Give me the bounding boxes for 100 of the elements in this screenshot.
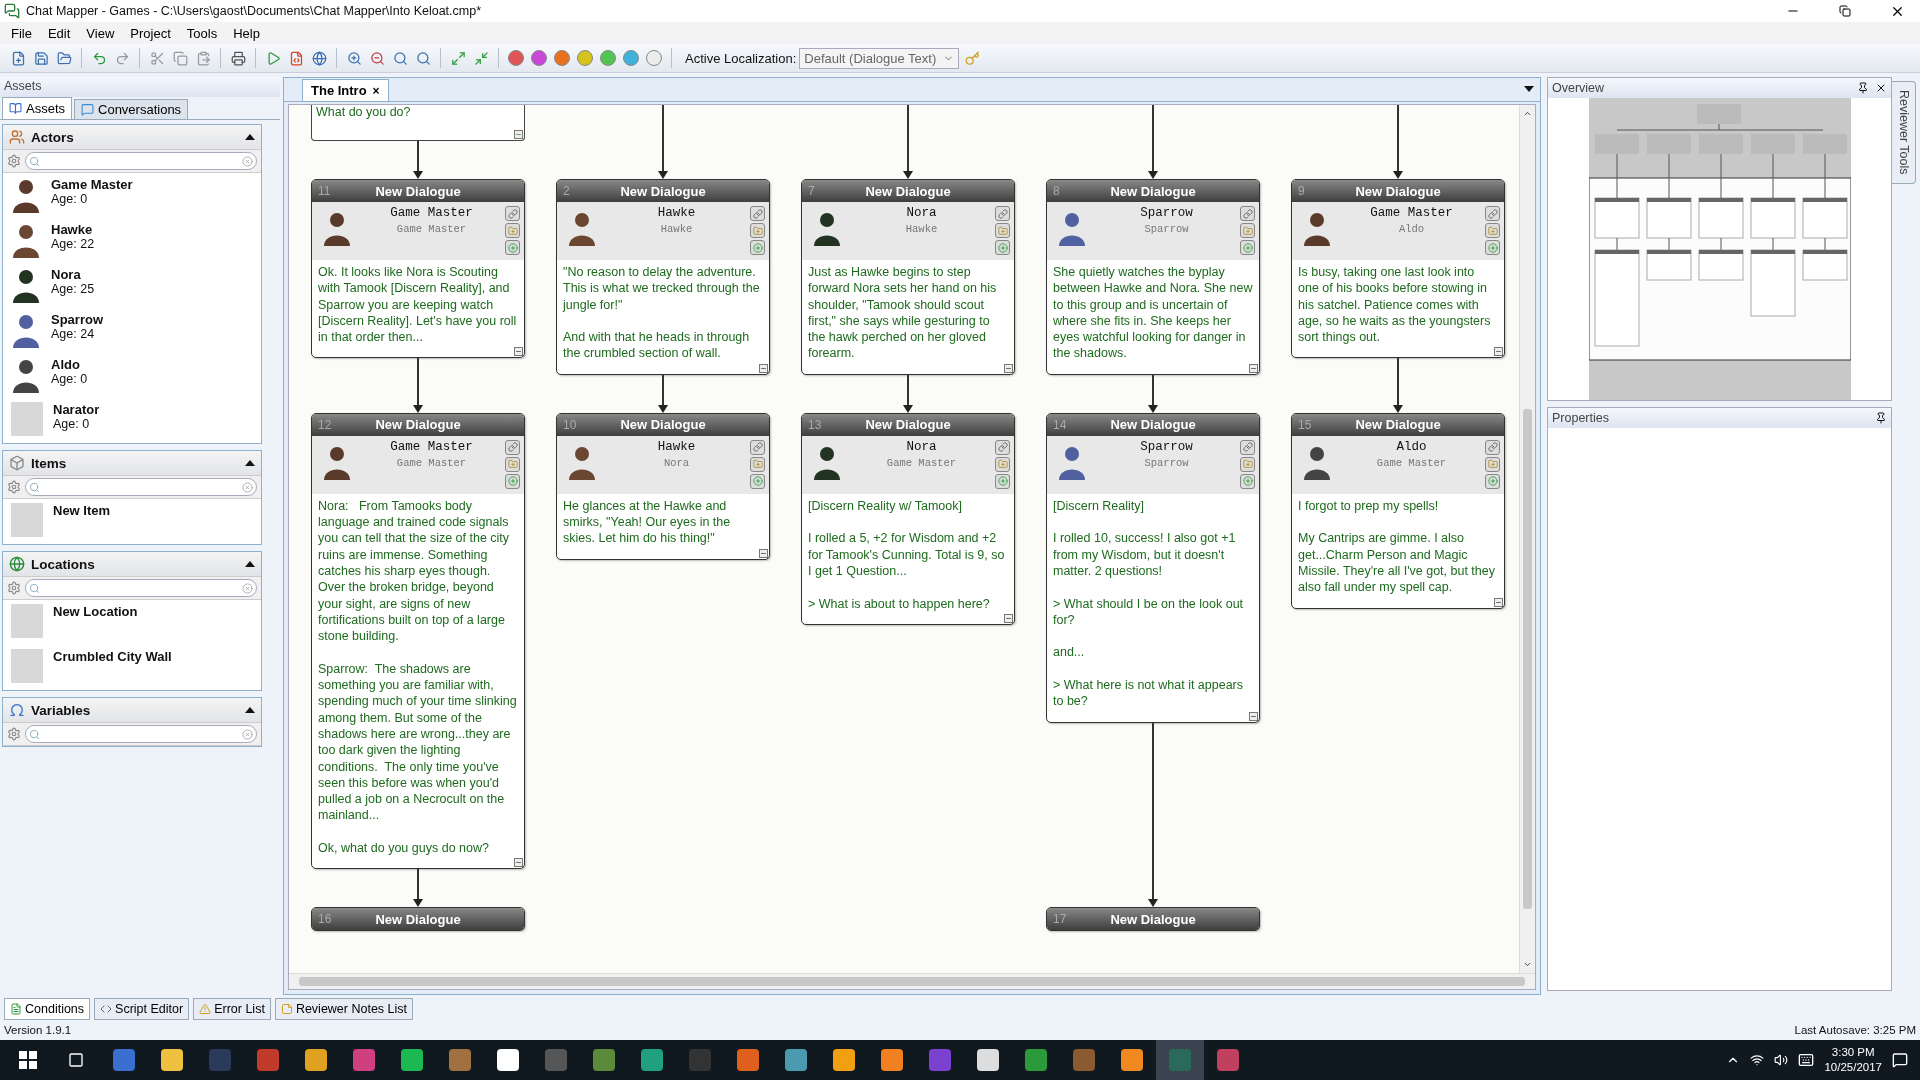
collapse-caret-icon[interactable] bbox=[245, 707, 255, 713]
search-field[interactable] bbox=[25, 478, 257, 496]
color-swatch-button[interactable] bbox=[554, 50, 570, 66]
link-button[interactable] bbox=[1240, 206, 1255, 221]
collapse-caret-icon[interactable] bbox=[245, 134, 255, 140]
add-button[interactable] bbox=[505, 240, 520, 255]
pin-icon[interactable] bbox=[1875, 412, 1887, 424]
settings-icon[interactable] bbox=[7, 154, 21, 168]
dialogue-node[interactable]: What do you do? bbox=[311, 105, 525, 141]
asset-list-item[interactable]: Nora Age: 25 bbox=[3, 263, 261, 308]
dialogue-node[interactable]: 10 New Dialogue Hawke Nora He glances at the Hawke and smirks, "Yeah! Our eyes in the skies. Let him do his thing!" bbox=[556, 412, 770, 560]
app-icon[interactable] bbox=[1217, 1049, 1239, 1071]
app-icon[interactable] bbox=[593, 1049, 615, 1071]
app-icon[interactable] bbox=[353, 1049, 375, 1071]
color-swatch-button[interactable] bbox=[646, 50, 662, 66]
asset-list-item[interactable]: New Item bbox=[3, 499, 261, 544]
asset-list-item[interactable]: Game Master Age: 0 bbox=[3, 173, 261, 218]
folder-add-button[interactable] bbox=[750, 456, 765, 472]
add-button[interactable] bbox=[1485, 473, 1500, 489]
task-view-icon[interactable] bbox=[68, 1052, 84, 1068]
link-button[interactable] bbox=[505, 439, 520, 455]
folder-add-button[interactable] bbox=[505, 223, 520, 238]
menu-item[interactable]: Help bbox=[226, 23, 267, 43]
folder-add-button[interactable] bbox=[995, 223, 1010, 238]
menu-item[interactable]: Edit bbox=[40, 23, 78, 43]
app-icon[interactable] bbox=[257, 1049, 279, 1071]
dialogue-node[interactable] bbox=[311, 412, 525, 870]
search-field[interactable] bbox=[25, 152, 257, 170]
app-icon[interactable] bbox=[977, 1049, 999, 1071]
dialogue-node[interactable] bbox=[1046, 412, 1260, 723]
app-icon[interactable] bbox=[881, 1049, 903, 1071]
link-button[interactable] bbox=[505, 206, 520, 221]
clear-icon[interactable] bbox=[242, 728, 253, 740]
collapse-caret-icon[interactable] bbox=[245, 460, 255, 466]
collapse-button[interactable] bbox=[1004, 613, 1013, 623]
bottom-tab[interactable]: Script Editor bbox=[94, 998, 190, 1020]
tab-menu-caret-icon[interactable] bbox=[1524, 86, 1534, 92]
app-icon[interactable] bbox=[497, 1049, 519, 1071]
app-icon[interactable] bbox=[1025, 1049, 1047, 1071]
folder-add-button[interactable] bbox=[750, 223, 765, 238]
link-button[interactable] bbox=[750, 439, 765, 455]
add-button[interactable] bbox=[995, 240, 1010, 255]
folder-add-button[interactable] bbox=[1240, 223, 1255, 238]
menu-item[interactable]: File bbox=[4, 23, 39, 43]
scroll-down-icon[interactable] bbox=[1523, 960, 1532, 969]
panel-tab[interactable]: Assets bbox=[2, 97, 72, 119]
vertical-scrollbar[interactable] bbox=[1519, 105, 1535, 973]
dialogue-node[interactable]: 7 New Dialogue Nora Hawke Just as Hawke begins to step forward Nora sets her hand on his shoulder, "Tamook should scout first," she says while gesturing to the hawk perched on her gloved forearm. bbox=[801, 179, 1015, 375]
asset-list-item[interactable]: New Location bbox=[3, 600, 261, 645]
folder-add-button[interactable] bbox=[1240, 456, 1255, 472]
settings-icon[interactable] bbox=[7, 581, 21, 595]
collapse-button[interactable] bbox=[759, 363, 768, 373]
keyboard-icon[interactable] bbox=[1798, 1052, 1815, 1068]
color-swatch-button[interactable] bbox=[623, 50, 639, 66]
app-icon[interactable] bbox=[113, 1049, 135, 1071]
search-field[interactable] bbox=[25, 579, 257, 597]
section-header[interactable]: Variables bbox=[3, 698, 261, 722]
asset-list-item[interactable]: Aldo Age: 0 bbox=[3, 353, 261, 398]
collapse-caret-icon[interactable] bbox=[245, 561, 255, 567]
section-header[interactable]: Items bbox=[3, 451, 261, 475]
collapse-button[interactable] bbox=[759, 548, 768, 558]
dialogue-node[interactable]: 17 New Dialogue bbox=[1046, 907, 1260, 932]
link-button[interactable] bbox=[1240, 439, 1255, 455]
app-icon[interactable] bbox=[305, 1049, 327, 1071]
app-icon[interactable] bbox=[737, 1049, 759, 1071]
dialogue-node[interactable]: 9 New Dialogue Game Master Aldo Is busy, taking one last look into one of his books before stowing in his satchel. Patience comes with age, so he waits as the youngsters sort things out. bbox=[1291, 179, 1505, 359]
add-button[interactable] bbox=[1240, 473, 1255, 489]
link-button[interactable] bbox=[995, 206, 1010, 221]
folder-add-button[interactable] bbox=[1485, 456, 1500, 472]
link-button[interactable] bbox=[1485, 439, 1500, 455]
windows-logo-icon[interactable] bbox=[19, 1051, 37, 1069]
app-icon[interactable] bbox=[833, 1049, 855, 1071]
bottom-tab[interactable]: Conditions bbox=[4, 998, 91, 1020]
color-swatch-button[interactable] bbox=[508, 50, 524, 66]
folder-add-button[interactable] bbox=[1485, 223, 1500, 238]
collapse-button[interactable] bbox=[1004, 363, 1013, 373]
app-icon[interactable] bbox=[449, 1049, 471, 1071]
color-swatch-button[interactable] bbox=[577, 50, 593, 66]
add-button[interactable] bbox=[505, 473, 520, 489]
clear-icon[interactable] bbox=[242, 155, 253, 167]
panel-tab[interactable]: Conversations bbox=[74, 99, 189, 119]
clear-icon[interactable] bbox=[242, 481, 253, 493]
menu-item[interactable]: Tools bbox=[179, 23, 225, 43]
link-button[interactable] bbox=[995, 439, 1010, 455]
folder-add-button[interactable] bbox=[505, 456, 520, 472]
localization-dropdown[interactable]: Default (Dialogue Text) bbox=[799, 47, 960, 69]
asset-list-item[interactable]: Crumbled City Wall bbox=[3, 645, 261, 690]
close-icon[interactable] bbox=[1875, 82, 1887, 94]
dialogue-node[interactable]: 11 New Dialogue Game Master Game Master Ok. It looks like Nora is Scouting with Tamook [Discern Reality], and Sparrow you are keeping watch [Discern Reality]. Let's have you roll in that order then... bbox=[311, 179, 525, 359]
pin-icon[interactable] bbox=[1857, 82, 1869, 94]
dialogue-node[interactable]: 2 New Dialogue Hawke Hawke "No reason to delay the adventure. This is what we trecked through the jungle for!" And with that he heads in through the crumbled section of wall. bbox=[556, 179, 770, 375]
section-header[interactable]: Locations bbox=[3, 552, 261, 576]
section-header[interactable]: Actors bbox=[3, 125, 261, 149]
menu-item[interactable]: Project bbox=[123, 23, 178, 43]
menu-item[interactable]: View bbox=[79, 23, 122, 43]
add-button[interactable] bbox=[750, 240, 765, 255]
add-button[interactable] bbox=[1240, 240, 1255, 255]
asset-list-item[interactable]: Narator Age: 0 bbox=[3, 398, 261, 443]
add-button[interactable] bbox=[1485, 240, 1500, 255]
bottom-tab[interactable]: Reviewer Notes List bbox=[274, 998, 414, 1020]
